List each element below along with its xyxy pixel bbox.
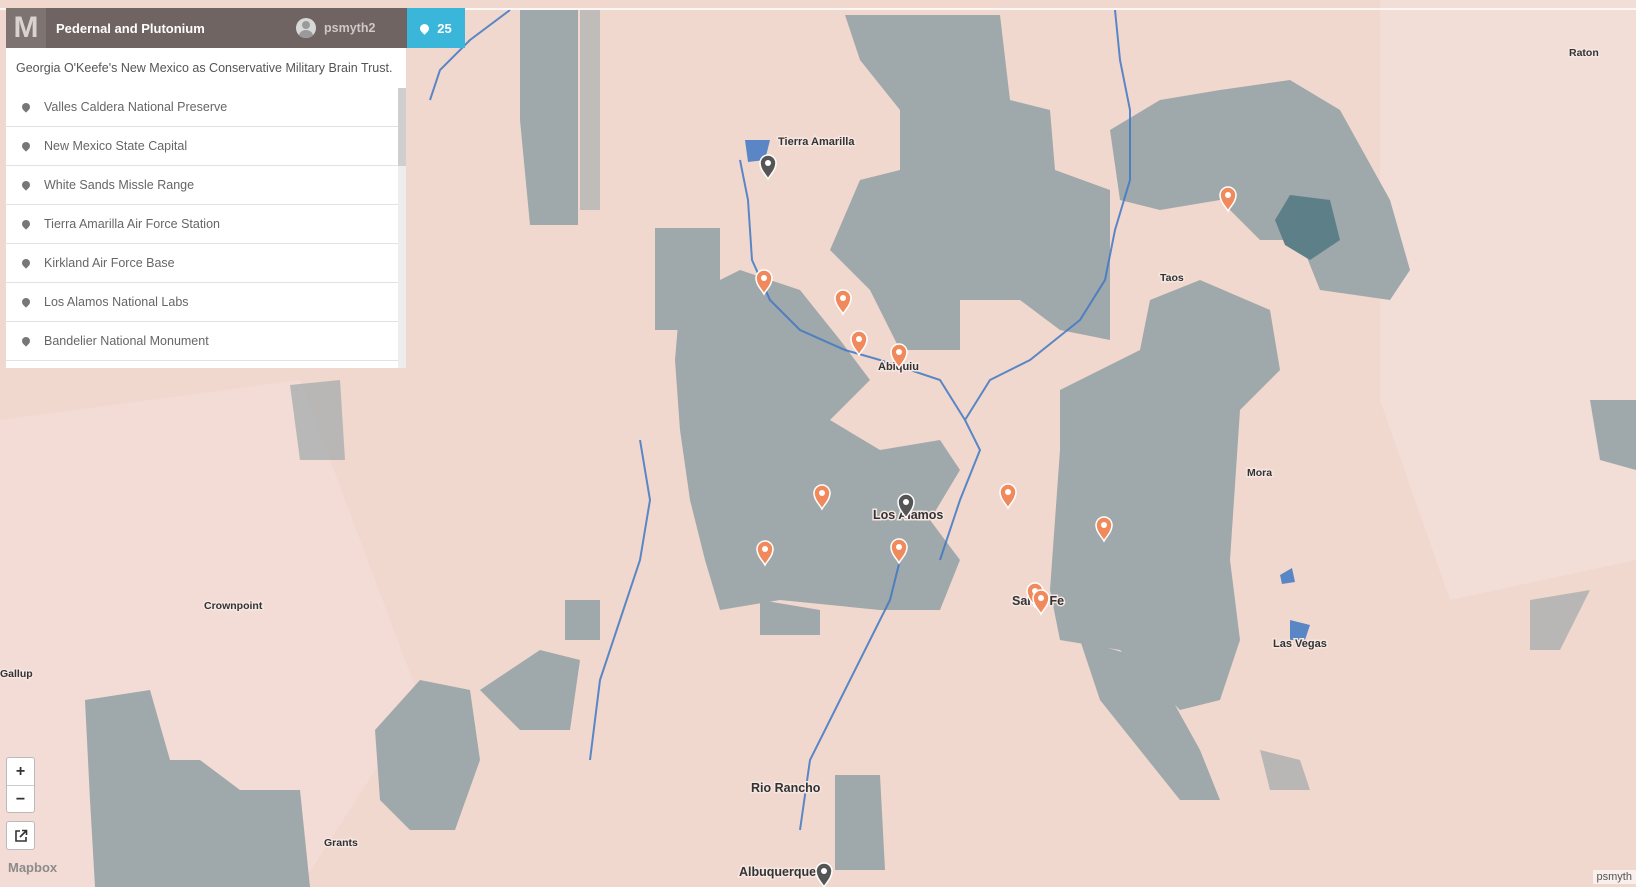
zoom-out-button[interactable]: − [7,786,34,813]
list-item[interactable]: Los Alamos National Labs [6,283,406,322]
list-item[interactable]: New Mexico State Capital [6,127,406,166]
list-item-label: Bandelier National Monument [44,334,209,348]
avatar-icon [296,18,316,38]
pin-icon [20,218,32,230]
list-item[interactable]: Tierra Amarilla Air Force Station [6,205,406,244]
label-rio-rancho: Rio Rancho [751,781,821,795]
scroll-thumb[interactable] [398,88,406,166]
marker-count-button[interactable]: 25 [407,8,465,48]
label-grants: Grants [324,837,358,849]
zoom-in-button[interactable]: + [7,758,34,786]
app-logo[interactable]: M [6,8,46,48]
share-button[interactable] [6,821,35,850]
label-tierra-amarilla: Tierra Amarilla [778,136,855,148]
user-link[interactable]: psmyth2 [296,18,404,38]
username: psmyth2 [324,21,376,35]
list-item-label: White Sands Missle Range [44,178,195,192]
list-item-label: Valles Caldera National Preserve [44,100,228,114]
list-item[interactable]: White Sands Missle Range [6,166,406,205]
pin-icon [20,296,32,308]
label-taos: Taos [1160,272,1184,284]
external-link-icon [14,829,27,842]
header-bar: M Pedernal and Plutonium psmyth2 25 [6,8,465,48]
places-list: Valles Caldera National Preserve New Mex… [6,88,406,368]
zoom-control: + − [6,757,35,813]
list-item-label: Kirkland Air Force Base [44,256,175,270]
marker-count: 25 [437,20,452,36]
label-albuquerque: Albuquerque [739,865,816,879]
pin-icon [20,257,32,269]
list-item[interactable]: Kirkland Air Force Base [6,244,406,283]
list-item-label: Tierra Amarilla Air Force Station [44,217,220,231]
attribution-credit[interactable]: psmyth [1592,870,1636,884]
pin-icon [20,179,32,191]
list-item[interactable]: Bandelier National Monument [6,322,406,361]
pin-icon [20,335,32,347]
label-raton: Raton [1569,47,1599,59]
label-gallup: Gallup [0,668,33,680]
mapbox-logo[interactable]: Mapbox [8,860,57,875]
pin-icon [20,101,32,113]
list-item[interactable]: Valles Caldera National Preserve [6,88,406,127]
marker-icon [418,21,432,35]
list-scrollbar[interactable] [398,88,406,368]
map-title: Pedernal and Plutonium [56,20,205,36]
label-crownpoint: Crownpoint [204,600,263,612]
list-item-label: New Mexico State Capital [44,139,188,153]
list-item-label: Los Alamos National Labs [44,295,189,309]
map-description: Georgia O'Keefe's New Mexico as Conserva… [6,48,406,88]
pin-icon [20,140,32,152]
label-mora: Mora [1247,467,1272,479]
label-las-vegas: Las Vegas [1273,638,1327,650]
